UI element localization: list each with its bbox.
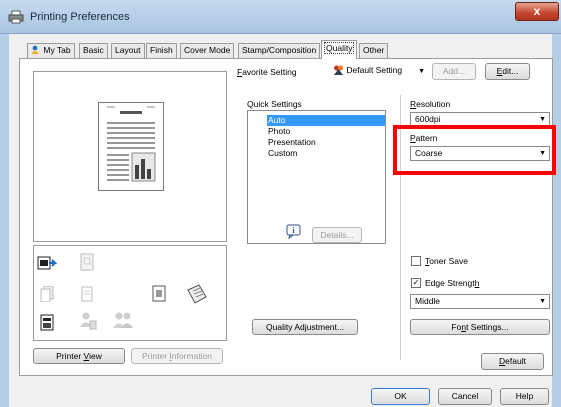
user-icon (78, 311, 98, 331)
quick-settings-label: Quick Settings (247, 99, 302, 109)
printer-information-button[interactable]: Printer Information (131, 348, 223, 364)
window-frame-right (552, 34, 561, 407)
tab-cover-mode[interactable]: Cover Mode (180, 43, 235, 58)
edge-strength-dropdown[interactable]: Middle ▼ (410, 294, 550, 309)
tab-stamp-composition[interactable]: Stamp/Composition (238, 43, 321, 58)
favorite-setting-value: Default Setting (346, 65, 403, 75)
pattern-highlight-box (393, 125, 556, 175)
users-icon (112, 311, 136, 331)
toner-save-label: Toner Save (425, 256, 468, 266)
favorite-setting-label: Favorite Setting (237, 67, 297, 77)
edge-strength-checkbox[interactable]: ✓ (411, 278, 421, 288)
paper-tray-icon (185, 282, 209, 306)
tab-label: My Tab (43, 45, 71, 55)
edge-strength-label: Edge Strength (425, 278, 480, 288)
favorite-icon (333, 65, 344, 75)
add-favorite-button[interactable]: Add... (432, 63, 476, 80)
checkmark-icon: ✓ (412, 278, 420, 287)
toner-save-checkbox[interactable] (411, 256, 421, 266)
tab-label: Basic (83, 45, 104, 55)
list-item[interactable]: Presentation (267, 137, 385, 148)
duplex-icon (40, 285, 54, 303)
document-icon (40, 314, 54, 331)
document-preview (98, 102, 164, 191)
quick-settings-list[interactable]: Auto Photo Presentation Custom (247, 110, 386, 244)
tab-finish[interactable]: Finish (146, 43, 177, 58)
chevron-down-icon: ▼ (418, 68, 425, 75)
tab-label: Stamp/Composition (242, 45, 317, 55)
printer-view-button[interactable]: Printer View (33, 348, 125, 364)
tab-my-tab[interactable]: My Tab (27, 43, 75, 58)
list-item[interactable]: Custom (267, 148, 385, 159)
printer-icon (8, 10, 24, 24)
printer-output-icon[interactable] (37, 255, 58, 271)
close-button[interactable]: x (515, 2, 559, 21)
tab-label: Finish (150, 45, 173, 55)
resolution-label: Resolution (410, 99, 451, 109)
window-title: Printing Preferences (30, 11, 130, 23)
details-button[interactable]: Details... (312, 227, 362, 243)
booklet-icon (152, 285, 166, 302)
list-item[interactable]: Auto (267, 115, 385, 126)
tab-label: Layout (115, 45, 141, 55)
font-settings-button[interactable]: Font Settings... (410, 319, 550, 335)
resolution-value: 600dpi (415, 114, 441, 124)
page-icon (81, 286, 93, 302)
edit-favorite-button[interactable]: Edit... (485, 63, 530, 80)
info-icon: i (286, 224, 302, 240)
quality-adjustment-button[interactable]: Quality Adjustment... (252, 319, 358, 335)
tab-quality[interactable]: Quality (321, 40, 358, 59)
tab-layout[interactable]: Layout (111, 43, 145, 58)
tab-label: Cover Mode (184, 45, 231, 55)
list-item[interactable]: Photo (267, 126, 385, 137)
ok-button[interactable]: OK (371, 388, 430, 405)
default-button[interactable]: Default (481, 353, 544, 370)
window-frame-left (0, 34, 9, 407)
chevron-down-icon: ▼ (539, 298, 546, 305)
staple-icon (80, 253, 94, 271)
close-icon: x (533, 4, 541, 18)
my-tab-icon (31, 45, 41, 54)
tab-other[interactable]: Other (359, 43, 389, 58)
tab-label: Quality (323, 42, 355, 54)
edge-strength-value: Middle (415, 296, 441, 306)
tab-label: Other (363, 45, 385, 55)
tab-basic[interactable]: Basic (79, 43, 108, 58)
favorite-setting-dropdown[interactable]: Default Setting ▼ (329, 64, 425, 80)
help-button[interactable]: Help (500, 388, 549, 405)
cancel-button[interactable]: Cancel (438, 388, 492, 405)
